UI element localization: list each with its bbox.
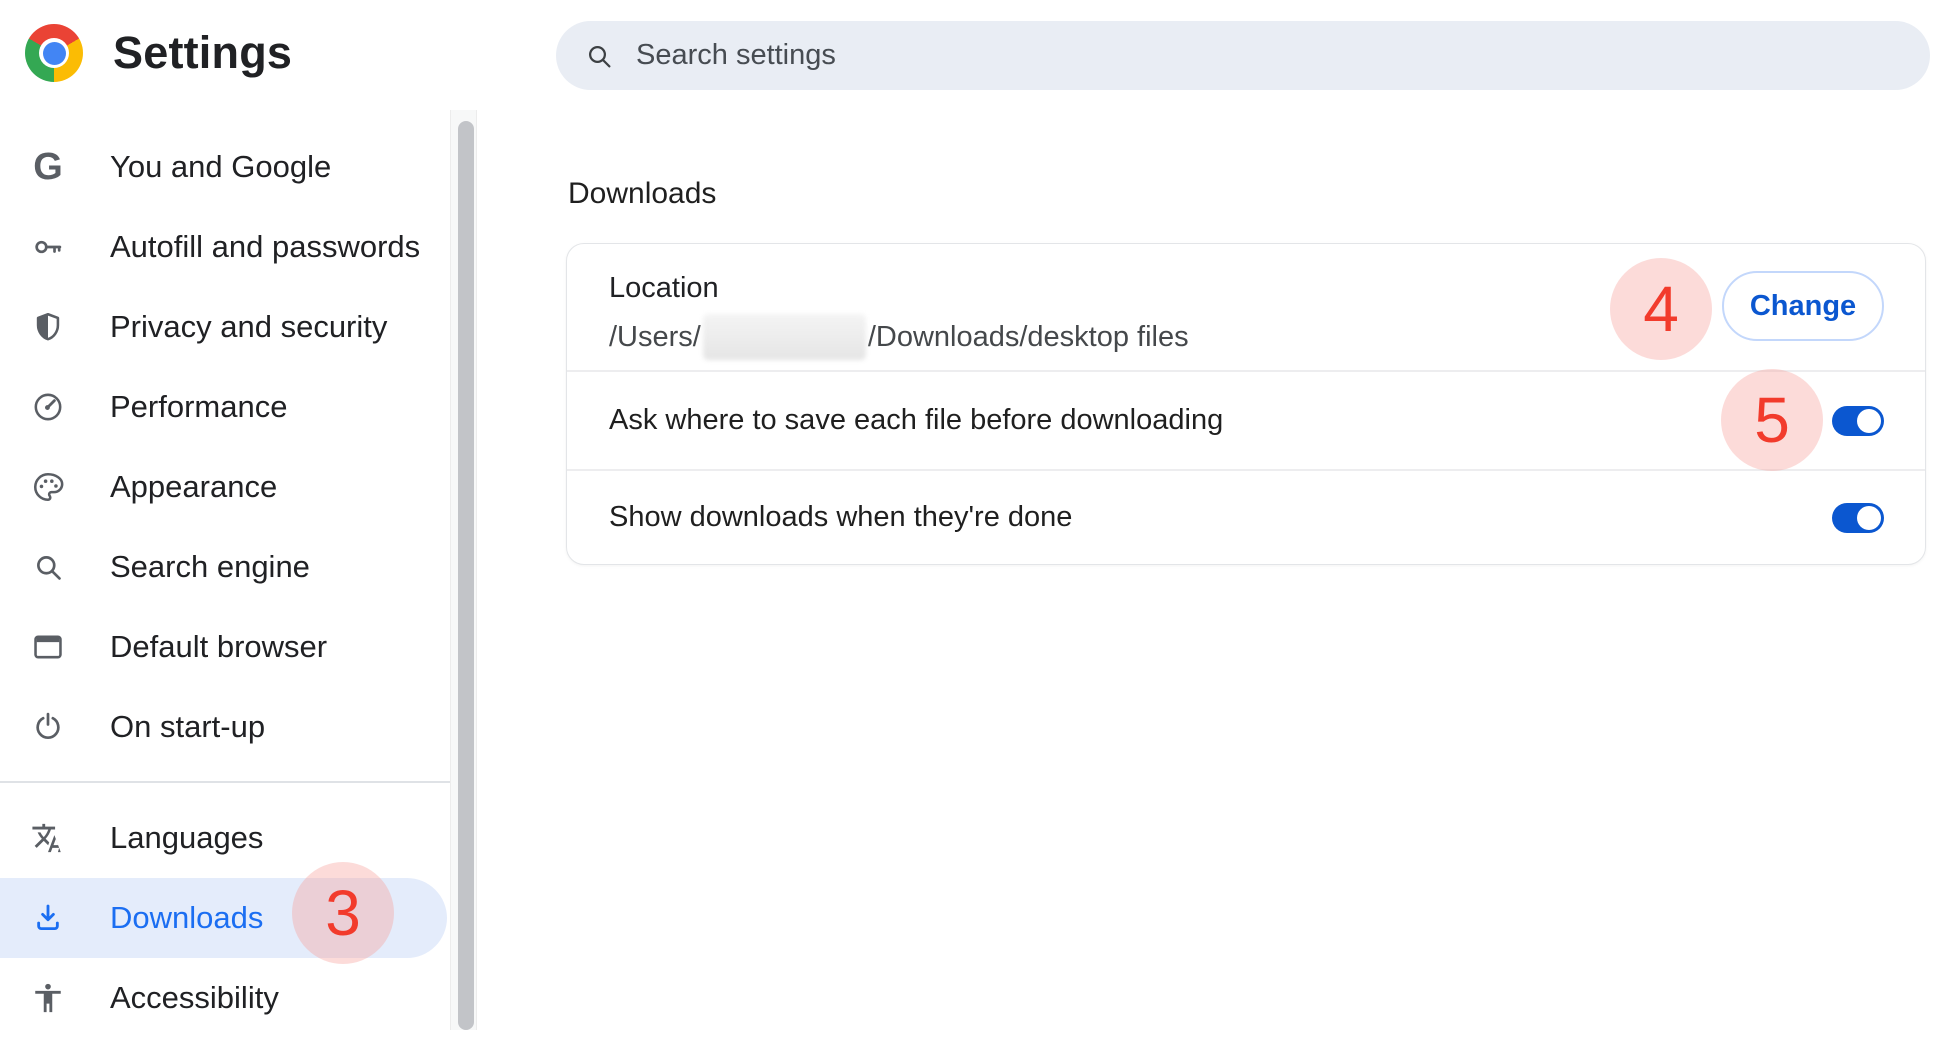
- redacted-username: [703, 314, 866, 360]
- sidebar-item-default-browser[interactable]: Default browser: [0, 607, 450, 687]
- sidebar-item-privacy[interactable]: Privacy and security: [0, 287, 450, 367]
- google-g-icon: G: [30, 149, 66, 185]
- search-input[interactable]: [634, 38, 1902, 73]
- downloads-settings-card: Location /Users/ /Downloads/desktop file…: [566, 243, 1926, 565]
- show-downloads-label: Show downloads when they're done: [609, 501, 1072, 534]
- sidebar-item-appearance[interactable]: Appearance: [0, 447, 450, 527]
- power-icon: [30, 709, 66, 745]
- sidebar-item-performance[interactable]: Performance: [0, 367, 450, 447]
- sidebar-divider: [0, 781, 450, 783]
- browser-window-icon: [30, 629, 66, 665]
- location-label: Location: [609, 272, 1885, 305]
- show-downloads-row: Show downloads when they're done: [567, 471, 1925, 564]
- sidebar-item-on-startup[interactable]: On start-up: [0, 687, 450, 767]
- sidebar-nav: G You and Google Autofill and passwords …: [0, 127, 450, 1038]
- chrome-logo-icon: [25, 24, 83, 82]
- toggle-knob: [1857, 409, 1881, 433]
- sidebar-item-you-and-google[interactable]: G You and Google: [0, 127, 450, 207]
- location-path: /Users/ /Downloads/desktop files: [609, 314, 1885, 360]
- sidebar-item-languages[interactable]: Languages: [0, 798, 450, 878]
- accessibility-icon: [30, 980, 66, 1016]
- settings-sidebar: Settings G You and Google Autofill and p…: [0, 0, 450, 1030]
- ask-where-row: Ask where to save each file before downl…: [567, 372, 1925, 469]
- ask-where-toggle[interactable]: [1832, 406, 1884, 436]
- location-path-suffix: /Downloads/desktop files: [868, 321, 1189, 354]
- speedometer-icon: [30, 389, 66, 425]
- key-icon: [30, 229, 66, 265]
- search-icon: [584, 41, 614, 71]
- app-title: Settings: [113, 27, 292, 79]
- toggle-knob: [1857, 506, 1881, 530]
- change-button[interactable]: Change: [1722, 271, 1884, 341]
- sidebar-item-accessibility[interactable]: Accessibility: [0, 958, 450, 1038]
- location-path-prefix: /Users/: [609, 321, 701, 354]
- sidebar-scrollbar-thumb[interactable]: [458, 121, 474, 1030]
- app-header: Settings: [25, 24, 292, 82]
- show-downloads-toggle[interactable]: [1832, 503, 1884, 533]
- palette-icon: [30, 469, 66, 505]
- magnifier-icon: [30, 549, 66, 585]
- location-row: Location /Users/ /Downloads/desktop file…: [567, 244, 1925, 371]
- sidebar-item-downloads[interactable]: Downloads: [0, 878, 447, 958]
- sidebar-item-autofill[interactable]: Autofill and passwords: [0, 207, 450, 287]
- page-title: Downloads: [568, 177, 716, 211]
- sidebar-item-search-engine[interactable]: Search engine: [0, 527, 450, 607]
- download-icon: [30, 900, 66, 936]
- shield-icon: [30, 309, 66, 345]
- ask-where-label: Ask where to save each file before downl…: [609, 404, 1223, 437]
- settings-search-bar[interactable]: [556, 21, 1930, 90]
- translate-icon: [30, 820, 66, 856]
